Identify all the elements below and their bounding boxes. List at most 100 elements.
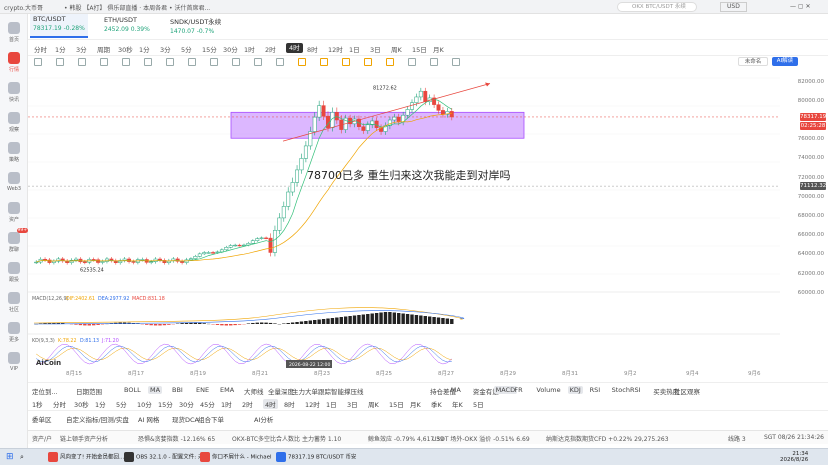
candle-body[interactable] bbox=[299, 158, 304, 171]
eye-icon[interactable] bbox=[254, 58, 262, 66]
period-option[interactable]: 季K bbox=[431, 399, 442, 409]
trade-tool-tab[interactable]: AI分析 bbox=[254, 414, 273, 424]
timeframe-option[interactable]: 30秒 bbox=[118, 44, 133, 54]
main-indicator-option[interactable]: MA bbox=[148, 386, 163, 394]
search-input[interactable]: OKX BTC/USDT 永续 bbox=[617, 2, 697, 12]
candle-body[interactable] bbox=[440, 110, 445, 115]
sidebar-item-6[interactable]: 资产 bbox=[0, 198, 28, 226]
candle-body[interactable] bbox=[211, 252, 216, 254]
timeframe-option[interactable]: 8时 bbox=[307, 44, 318, 54]
taskbar-clock[interactable]: 21:34 2026/8/26 bbox=[780, 451, 808, 463]
trade-tool-tab[interactable]: AI 网格 bbox=[138, 414, 159, 424]
candle-body[interactable] bbox=[264, 237, 269, 239]
period-option[interactable]: 10分 bbox=[137, 399, 152, 409]
status-item[interactable]: USDT 场外-OKX 溢价 -0.51% 6.69 bbox=[432, 434, 530, 443]
status-item[interactable]: 链上顿手资产分析 bbox=[60, 434, 108, 443]
period-option[interactable]: 2时 bbox=[242, 399, 253, 409]
candle-body[interactable] bbox=[303, 145, 308, 159]
period-option[interactable]: 周K bbox=[368, 399, 379, 409]
timeframe-option[interactable]: 15日 bbox=[412, 44, 427, 54]
screenshot-icon[interactable] bbox=[386, 58, 394, 66]
fib-icon[interactable] bbox=[122, 58, 130, 66]
magnet-icon[interactable] bbox=[210, 58, 218, 66]
status-item[interactable]: 恐惧&贪婪指数 -12.16% 65 bbox=[138, 434, 215, 443]
taskbar-app[interactable]: OBS 32.1.0 - 配置文件: 未... bbox=[124, 452, 209, 464]
candle-body[interactable] bbox=[365, 124, 370, 131]
main-indicator-option[interactable]: 大师线 bbox=[244, 386, 264, 396]
candle-body[interactable] bbox=[449, 111, 454, 118]
timeframe-option[interactable]: 15分 bbox=[202, 44, 217, 54]
indicator-left-option[interactable]: 定位到... bbox=[32, 386, 58, 396]
period-option[interactable]: 年K bbox=[452, 399, 463, 409]
candle-body[interactable] bbox=[410, 102, 414, 110]
timeframe-option[interactable]: 1分 bbox=[55, 44, 66, 54]
timeframe-option[interactable]: 1日 bbox=[349, 44, 360, 54]
candle-body[interactable] bbox=[197, 253, 202, 257]
candle-body[interactable] bbox=[224, 247, 229, 251]
main-indicator-option[interactable]: ENE bbox=[196, 386, 209, 394]
period-option[interactable]: 45分 bbox=[200, 399, 215, 409]
search-icon[interactable]: ⌕ bbox=[20, 452, 24, 463]
text-icon[interactable] bbox=[166, 58, 174, 66]
candle-body[interactable] bbox=[281, 206, 286, 219]
candle-body[interactable] bbox=[418, 90, 423, 98]
candle-body[interactable] bbox=[193, 256, 198, 259]
candle-body[interactable] bbox=[436, 104, 441, 111]
status-item[interactable]: 纳斯达克指数期货CFD +0.22% 29,275.263 bbox=[546, 434, 669, 443]
sidebar-item-4[interactable]: 策略 bbox=[0, 138, 28, 166]
period-option[interactable]: 1日 bbox=[326, 399, 337, 409]
candle-body[interactable] bbox=[259, 237, 264, 239]
period-option[interactable]: 分时 bbox=[53, 399, 66, 409]
candle-body[interactable] bbox=[255, 238, 260, 241]
timeframe-option[interactable]: 12时 bbox=[328, 44, 343, 54]
zoom-icon[interactable] bbox=[364, 58, 372, 66]
ray-icon[interactable] bbox=[78, 58, 86, 66]
ticker-eth[interactable]: ETH/USDT 2452.09 0.39% bbox=[104, 16, 150, 33]
sub-indicator-option[interactable]: Volume bbox=[536, 386, 560, 394]
candle-body[interactable] bbox=[215, 251, 220, 253]
sidebar-item-8[interactable]: 跟投 bbox=[0, 258, 28, 286]
cursor-icon[interactable] bbox=[342, 58, 350, 66]
taskbar-app[interactable]: 风向变了! 开始金员都回... bbox=[48, 452, 124, 464]
candle-body[interactable] bbox=[290, 182, 295, 193]
candle-body[interactable] bbox=[396, 116, 401, 123]
sub-indicator-option[interactable]: 社区观察 bbox=[674, 386, 700, 396]
trade-tool-tab[interactable]: 委单区 bbox=[32, 414, 52, 424]
timeframe-option[interactable]: 30分 bbox=[223, 44, 238, 54]
undo-icon[interactable] bbox=[298, 58, 306, 66]
candle-body[interactable] bbox=[277, 217, 282, 231]
timeframe-option[interactable]: 4时 bbox=[286, 43, 303, 53]
ai-interpret-button[interactable]: AI解读 bbox=[772, 57, 798, 66]
trash-icon[interactable] bbox=[276, 58, 284, 66]
sidebar-item-3[interactable]: 观察 bbox=[0, 108, 28, 136]
candle-body[interactable] bbox=[233, 244, 238, 247]
candle-body[interactable] bbox=[286, 191, 291, 207]
sub-indicator-option[interactable]: FR bbox=[514, 386, 522, 394]
candle-body[interactable] bbox=[361, 126, 366, 131]
candle-body[interactable] bbox=[321, 105, 326, 117]
period-option[interactable]: 3日 bbox=[347, 399, 358, 409]
line-icon[interactable] bbox=[56, 58, 64, 66]
candle-body[interactable] bbox=[374, 120, 379, 128]
crosshair-icon[interactable] bbox=[34, 58, 42, 66]
candle-body[interactable] bbox=[206, 252, 211, 254]
sidebar-item-0[interactable]: 首页 bbox=[0, 18, 28, 46]
candle-body[interactable] bbox=[82, 261, 87, 263]
sidebar-item-2[interactable]: 快讯 bbox=[0, 78, 28, 106]
period-option[interactable]: 15分 bbox=[158, 399, 173, 409]
timeframe-option[interactable]: 周K bbox=[391, 44, 402, 54]
candle-body[interactable] bbox=[317, 105, 322, 118]
taskbar-app[interactable]: 你口不屑什么 - Michael bbox=[200, 452, 272, 464]
timeframe-option[interactable]: 周期 bbox=[97, 44, 110, 54]
title-tabs[interactable]: • 韩股 【A打】 俱乐部直播 · 本周各君 • 沃什首席君... bbox=[64, 3, 210, 12]
redo-icon[interactable] bbox=[320, 58, 328, 66]
lock-icon[interactable] bbox=[232, 58, 240, 66]
candle-body[interactable] bbox=[131, 261, 136, 263]
timeframe-option[interactable]: 5分 bbox=[181, 44, 192, 54]
main-indicator-option[interactable]: 智能撑压线 bbox=[331, 386, 364, 396]
sub-indicator-option[interactable]: StochRSI bbox=[612, 386, 641, 394]
candle-body[interactable] bbox=[100, 261, 105, 263]
candle-body[interactable] bbox=[242, 244, 246, 247]
timeframe-option[interactable]: 3分 bbox=[160, 44, 171, 54]
sidebar-item-9[interactable]: 社区 bbox=[0, 288, 28, 316]
